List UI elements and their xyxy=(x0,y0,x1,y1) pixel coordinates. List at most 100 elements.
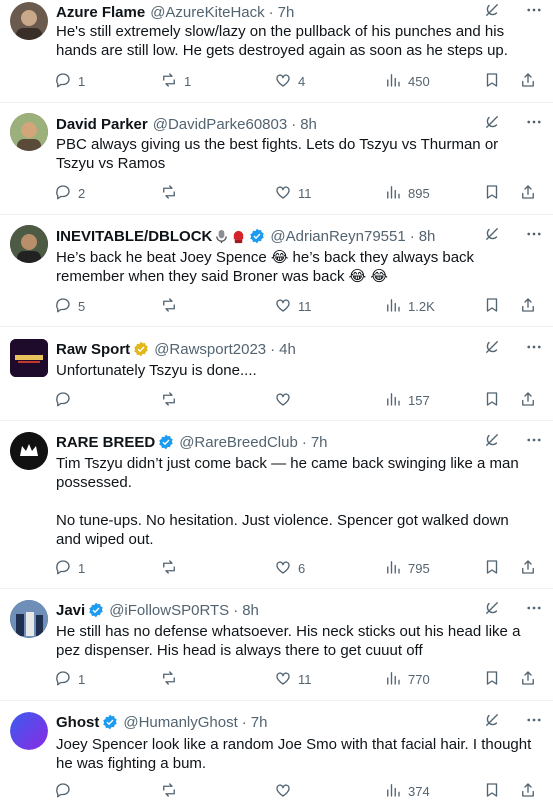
grok-icon[interactable] xyxy=(483,1,501,24)
grok-icon[interactable] xyxy=(483,225,501,248)
more-icon[interactable] xyxy=(525,113,543,136)
post-raw-sport[interactable]: Raw Sport @Rawsport2023 · 4h Unfortunate… xyxy=(0,327,553,421)
reply-button[interactable]: 1 xyxy=(54,71,85,92)
timestamp[interactable]: 8h xyxy=(419,228,436,245)
user-handle[interactable]: @RareBreedClub xyxy=(179,434,298,451)
post-ghost[interactable]: Ghost @HumanlyGhost · 7h Joey Spencer lo… xyxy=(0,701,553,801)
timestamp[interactable]: 7h xyxy=(251,714,268,731)
display-name[interactable]: Raw Sport xyxy=(56,341,130,358)
more-icon[interactable] xyxy=(525,225,543,248)
views-button[interactable]: 770 xyxy=(384,669,430,690)
display-name[interactable]: Ghost xyxy=(56,714,99,731)
avatar[interactable] xyxy=(10,225,48,263)
like-button[interactable]: 6 xyxy=(274,558,305,579)
like-button[interactable] xyxy=(274,781,298,801)
bookmark-button[interactable] xyxy=(483,183,501,204)
timestamp[interactable]: 7h xyxy=(278,4,295,21)
display-name[interactable]: RARE BREED xyxy=(56,434,155,451)
reply-button[interactable]: 1 xyxy=(54,558,85,579)
user-handle[interactable]: @AzureKiteHack xyxy=(150,4,264,21)
post-top-actions xyxy=(483,1,543,23)
like-button[interactable]: 11 xyxy=(274,183,312,204)
post-azure-flame[interactable]: Azure Flame @AzureKiteHack · 7h He's sti… xyxy=(0,0,553,103)
timestamp[interactable]: 7h xyxy=(311,434,328,451)
grok-icon[interactable] xyxy=(483,599,501,622)
display-name[interactable]: David Parker xyxy=(56,116,148,133)
timestamp[interactable]: 4h xyxy=(279,341,296,358)
bookmark-button[interactable] xyxy=(483,781,501,801)
more-icon[interactable] xyxy=(525,711,543,734)
repost-button[interactable]: 1 xyxy=(160,71,191,92)
reply-button[interactable]: 5 xyxy=(54,296,85,317)
bookmark-button[interactable] xyxy=(483,71,501,92)
repost-button[interactable] xyxy=(160,781,184,801)
share-button[interactable] xyxy=(519,390,537,411)
like-button[interactable]: 11 xyxy=(274,296,312,317)
user-handle[interactable]: @HumanlyGhost xyxy=(123,714,237,731)
like-icon xyxy=(274,71,292,92)
post-rare-breed[interactable]: RARE BREED @RareBreedClub · 7h Tim Tszyu… xyxy=(0,421,553,589)
reply-button[interactable]: 1 xyxy=(54,669,85,690)
post-inevitable-dblock[interactable]: INEVITABLE/DBLOCK @AdrianReyn79551 · 8h … xyxy=(0,215,553,327)
bookmark-button[interactable] xyxy=(483,390,501,411)
repost-button[interactable] xyxy=(160,183,184,204)
share-button[interactable] xyxy=(519,296,537,317)
like-button[interactable]: 11 xyxy=(274,669,312,690)
more-icon[interactable] xyxy=(525,431,543,454)
reply-button[interactable]: 2 xyxy=(54,183,85,204)
views-button[interactable]: 374 xyxy=(384,781,430,801)
post-david-parker[interactable]: David Parker @DavidParke60803 · 8h PBC a… xyxy=(0,103,553,215)
share-button[interactable] xyxy=(519,781,537,801)
avatar[interactable] xyxy=(10,432,48,470)
bookmark-button[interactable] xyxy=(483,296,501,317)
grok-icon[interactable] xyxy=(483,338,501,361)
like-button[interactable] xyxy=(274,390,298,411)
share-button[interactable] xyxy=(519,558,537,579)
views-count: 795 xyxy=(408,560,430,576)
views-icon xyxy=(384,390,402,411)
repost-button[interactable] xyxy=(160,390,184,411)
avatar[interactable] xyxy=(10,712,48,750)
user-handle[interactable]: @DavidParke60803 xyxy=(153,116,287,133)
grok-icon[interactable] xyxy=(483,711,501,734)
views-button[interactable]: 157 xyxy=(384,390,430,411)
avatar[interactable] xyxy=(10,113,48,151)
avatar[interactable] xyxy=(10,600,48,638)
views-button[interactable]: 450 xyxy=(384,71,430,92)
post-actions: 5 11 1.2K xyxy=(54,295,541,317)
user-handle[interactable]: @iFollowSP0RTS xyxy=(109,602,229,619)
display-name[interactable]: Javi xyxy=(56,602,85,619)
bookmark-button[interactable] xyxy=(483,669,501,690)
repost-button[interactable] xyxy=(160,558,184,579)
views-button[interactable]: 1.2K xyxy=(384,296,435,317)
timestamp[interactable]: 8h xyxy=(242,602,259,619)
timestamp[interactable]: 8h xyxy=(300,116,317,133)
repost-button[interactable] xyxy=(160,669,184,690)
views-button[interactable]: 895 xyxy=(384,183,430,204)
reply-button[interactable] xyxy=(54,390,78,411)
more-icon[interactable] xyxy=(525,1,543,24)
grok-icon[interactable] xyxy=(483,113,501,136)
grok-icon[interactable] xyxy=(483,431,501,454)
views-icon xyxy=(384,296,402,317)
share-button[interactable] xyxy=(519,669,537,690)
user-handle[interactable]: @AdrianReyn79551 xyxy=(270,228,405,245)
user-handle[interactable]: @Rawsport2023 xyxy=(154,341,266,358)
post-text: He still has no defense whatsoever. His … xyxy=(56,623,525,659)
reply-button[interactable] xyxy=(54,781,78,801)
like-button[interactable]: 4 xyxy=(274,71,305,92)
share-button[interactable] xyxy=(519,71,537,92)
views-button[interactable]: 795 xyxy=(384,558,430,579)
post-actions: 2 11 895 xyxy=(54,182,541,204)
more-icon[interactable] xyxy=(525,338,543,361)
post-javi[interactable]: Javi @iFollowSP0RTS · 8h He still has no… xyxy=(0,589,553,701)
share-button[interactable] xyxy=(519,183,537,204)
like-count: 11 xyxy=(298,298,312,314)
avatar[interactable] xyxy=(10,339,48,377)
bookmark-button[interactable] xyxy=(483,558,501,579)
repost-button[interactable] xyxy=(160,296,184,317)
display-name[interactable]: Azure Flame xyxy=(56,4,145,21)
display-name[interactable]: INEVITABLE/DBLOCK xyxy=(56,228,212,245)
more-icon[interactable] xyxy=(525,599,543,622)
avatar[interactable] xyxy=(10,2,48,40)
